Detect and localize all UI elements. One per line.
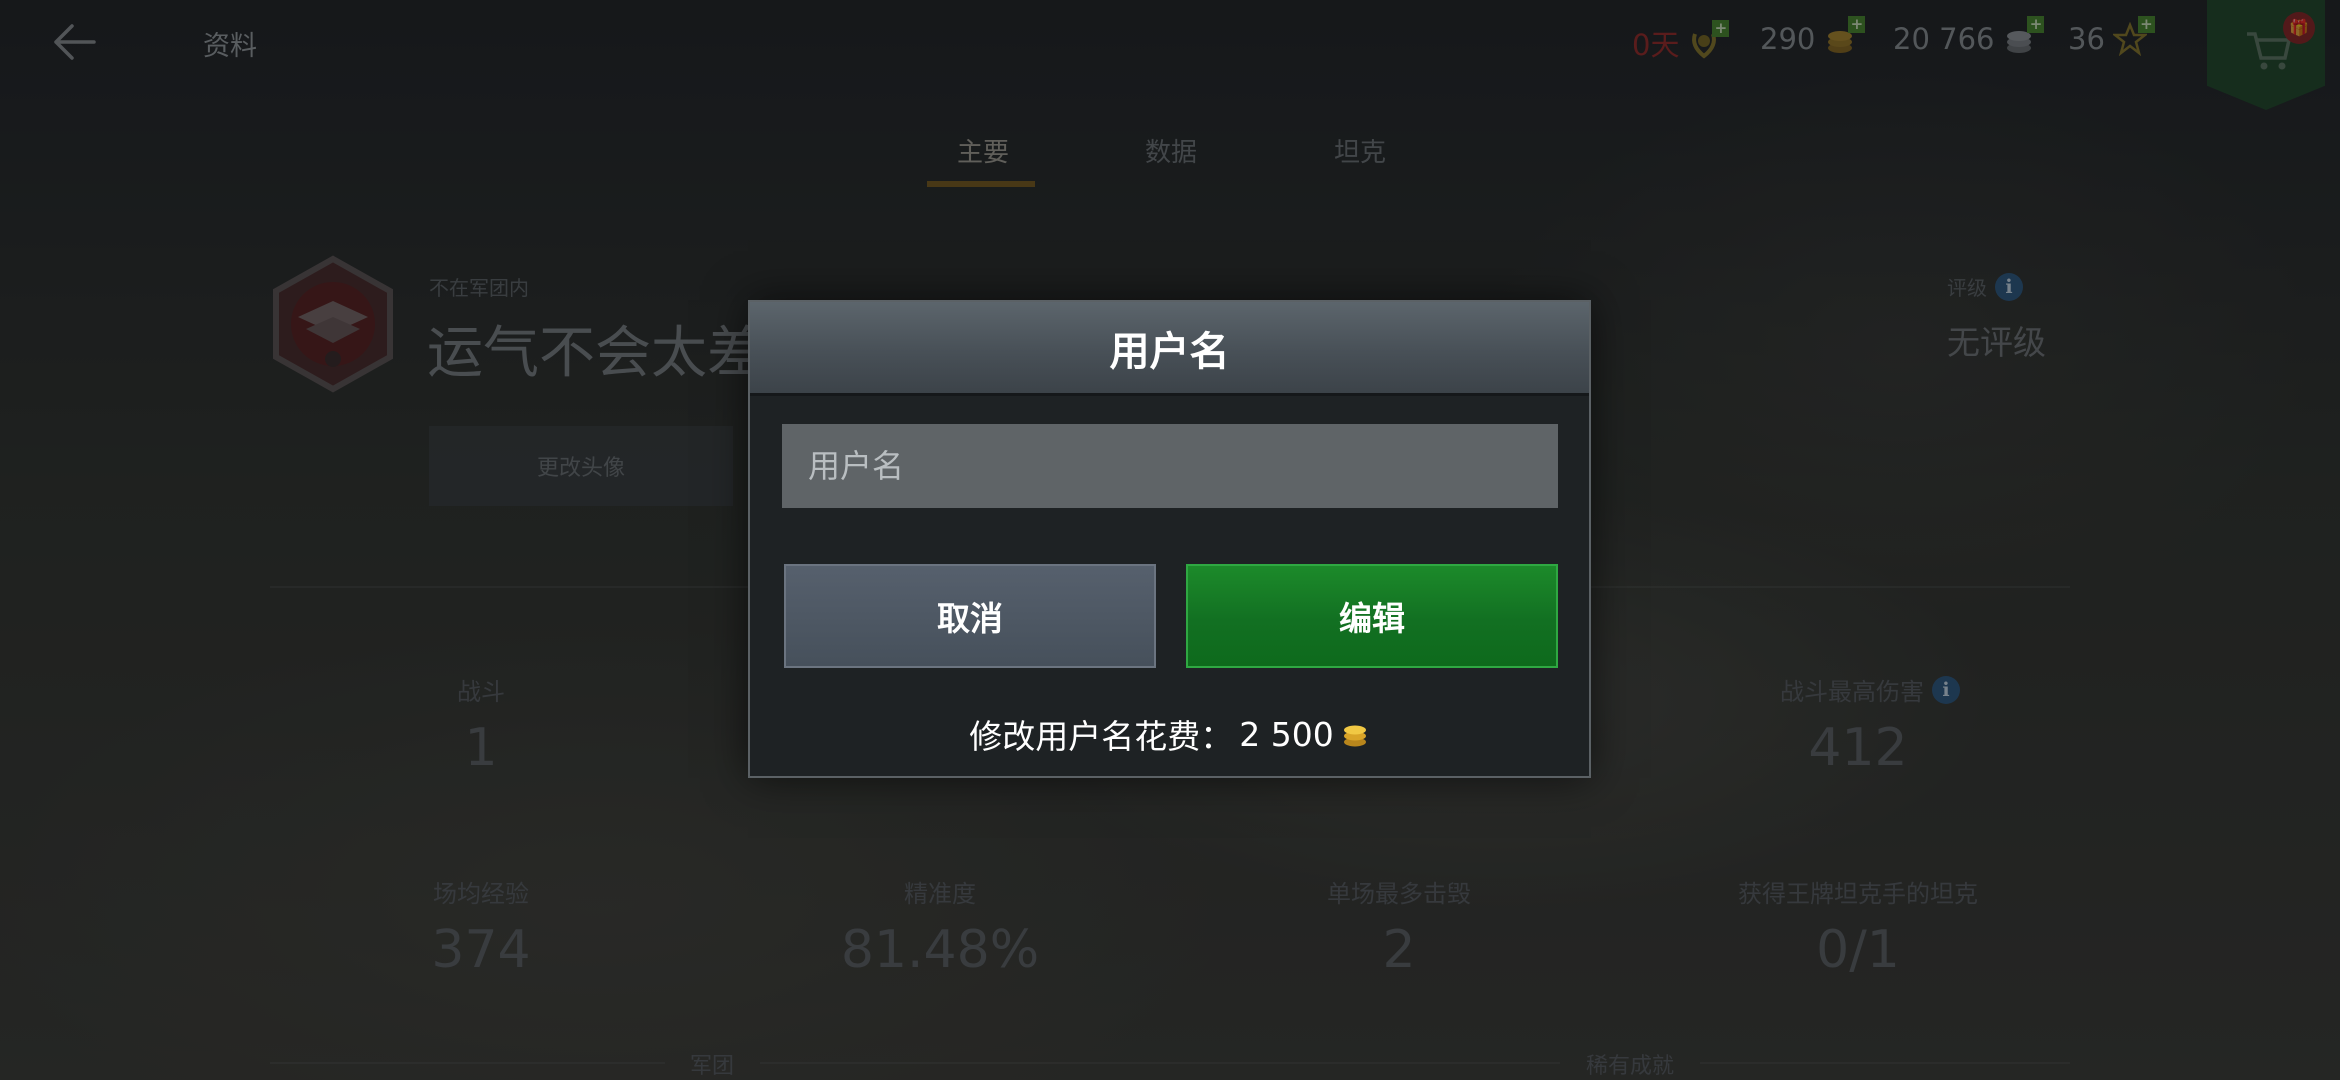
- edit-button-label: 编辑: [1339, 599, 1405, 638]
- cancel-button[interactable]: 取消: [784, 564, 1156, 668]
- cancel-button-label: 取消: [937, 599, 1003, 638]
- cost-value: 2 500: [1239, 714, 1334, 754]
- username-dialog: 用户名 取消 编辑 修改用户名花费： 2 500: [748, 300, 1591, 778]
- gold-coin-icon: [1343, 725, 1366, 747]
- dialog-header: 用户名: [750, 302, 1589, 396]
- cost-label: 修改用户名花费：: [969, 717, 1234, 756]
- rename-cost: 修改用户名花费： 2 500: [750, 710, 1589, 758]
- edit-button[interactable]: 编辑: [1186, 564, 1558, 668]
- username-input[interactable]: [782, 424, 1558, 508]
- dialog-title: 用户名: [1109, 328, 1230, 375]
